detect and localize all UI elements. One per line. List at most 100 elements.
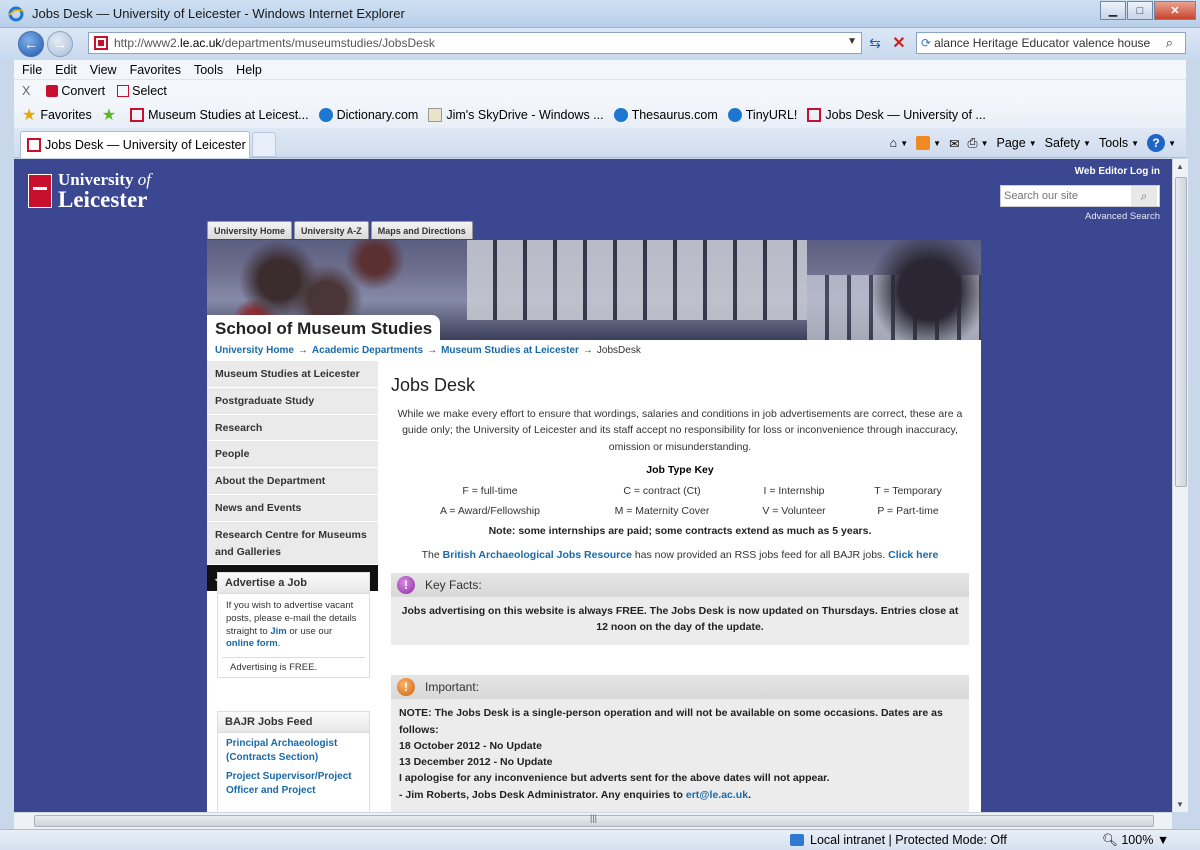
scroll-down-icon[interactable]: ▼ <box>1176 800 1184 809</box>
menu-help[interactable]: Help <box>236 63 262 77</box>
page-viewport: University of Leicester Web Editor Log i… <box>14 159 1172 812</box>
tools-label: Tools <box>1098 136 1129 150</box>
advanced-search-link[interactable]: Advanced Search <box>1085 211 1160 222</box>
rss-icon <box>916 136 931 150</box>
rss-text: has now provided an RSS jobs feed for al… <box>631 548 889 561</box>
tab-jobs-desk[interactable]: Jobs Desk — University of Leicester <box>20 131 250 158</box>
add-favorite-button[interactable]: ★ <box>102 105 120 125</box>
internet-explorer-icon <box>8 6 24 22</box>
url-field[interactable]: http://www2.le.ac.uk/departments/museums… <box>88 32 862 54</box>
click-here-link[interactable]: Click here <box>888 549 938 561</box>
university-logo[interactable]: University of Leicester <box>28 171 151 211</box>
site-search-input[interactable] <box>1001 190 1131 202</box>
nav-news-events[interactable]: News and Events <box>207 494 378 522</box>
site-search-button[interactable]: ⌕ <box>1131 186 1157 206</box>
breadcrumb-museum-studies[interactable]: Museum Studies at Leicester <box>441 345 579 356</box>
select-icon <box>117 85 130 97</box>
search-icon[interactable]: ⌕ <box>1166 35 1173 51</box>
nav-research-centre[interactable]: Research Centre for Museums and Gallerie… <box>207 521 378 566</box>
vertical-scrollbar[interactable]: ▲ ▼ <box>1172 159 1188 812</box>
online-form-link[interactable]: online form <box>226 638 278 649</box>
fav-skydrive[interactable]: Jim's SkyDrive - Windows ... <box>428 108 604 122</box>
web-editor-login-link[interactable]: Web Editor Log in <box>1075 166 1160 177</box>
toptab-university-home[interactable]: University Home <box>207 221 293 239</box>
email-link[interactable]: ert@le.ac.uk <box>686 789 748 801</box>
security-zone[interactable]: Local intranet | Protected Mode: Off <box>790 833 1007 847</box>
bajr-feed-box: BAJR Jobs Feed Principal Archaeologist (… <box>217 711 370 812</box>
fav-tinyurl[interactable]: TinyURL! <box>727 108 797 122</box>
home-icon: ⌂ <box>889 136 898 150</box>
jim-email-link[interactable]: Jim <box>270 626 286 637</box>
convert-button[interactable]: Convert <box>46 84 105 98</box>
bajr-feed-item[interactable]: Project Supervisor/Project Officer and P… <box>218 766 369 799</box>
back-button[interactable]: ← <box>18 31 44 57</box>
refresh-button[interactable]: ⇆ <box>864 32 886 54</box>
menu-file[interactable]: File <box>22 63 42 77</box>
read-mail-button[interactable]: ✉ <box>949 136 959 151</box>
key-item: F = full-time <box>462 484 518 497</box>
breadcrumb-university-home[interactable]: University Home <box>215 345 294 356</box>
nav-postgraduate-study[interactable]: Postgraduate Study <box>207 387 378 415</box>
favorites-button[interactable]: ★ Favorites <box>22 105 92 125</box>
menu-view[interactable]: View <box>90 63 117 77</box>
menu-bar: File Edit View Favorites Tools Help <box>14 60 1186 80</box>
help-button[interactable]: ? ▼ <box>1147 134 1176 152</box>
menu-tools[interactable]: Tools <box>194 63 223 77</box>
magnifier-icon: ⌕ <box>1140 188 1148 203</box>
breadcrumb-academic-departments[interactable]: Academic Departments <box>312 345 423 356</box>
tools-menu-button[interactable]: Tools ▼ <box>1099 136 1139 150</box>
print-button[interactable]: ⎙ ▼ <box>968 136 989 151</box>
scroll-grip-icon: ||| <box>590 813 598 823</box>
key-facts-icon: ! <box>397 575 415 594</box>
home-button[interactable]: ⌂ ▼ <box>890 136 908 150</box>
page-menu-button[interactable]: Page ▼ <box>996 136 1036 150</box>
fav-jobs-desk[interactable]: Jobs Desk — University of ... <box>807 108 986 122</box>
maximize-button[interactable]: □ <box>1127 1 1153 20</box>
menu-favorites[interactable]: Favorites <box>130 63 181 77</box>
horizontal-scrollbar[interactable]: ||| <box>14 812 1172 829</box>
bajr-link[interactable]: British Archaeological Jobs Resource <box>443 549 632 561</box>
forward-button[interactable]: → <box>47 31 73 57</box>
feeds-button[interactable]: ▼ <box>916 136 941 150</box>
nav-people[interactable]: People <box>207 441 378 469</box>
university-crest-icon <box>28 174 52 208</box>
zoom-text: 100% <box>1121 833 1154 847</box>
close-toolbar-button[interactable]: X <box>22 84 30 98</box>
new-tab-button[interactable] <box>252 132 276 157</box>
minimize-button[interactable]: ▁ <box>1100 1 1126 20</box>
fav-museum-studies[interactable]: Museum Studies at Leicest... <box>130 108 309 122</box>
forward-arrow-icon: → <box>53 36 67 52</box>
key-item: C = contract (Ct) <box>623 484 701 497</box>
stop-button[interactable]: ✕ <box>888 32 910 54</box>
help-icon: ? <box>1147 134 1166 152</box>
favorites-bar: ★ Favorites ★ Museum Studies at Leicest.… <box>14 102 1186 128</box>
scroll-up-icon[interactable]: ▲ <box>1176 162 1184 171</box>
bajr-feed-item[interactable]: Principal Archaeologist (Contracts Secti… <box>218 733 369 766</box>
key-item: T = Temporary <box>874 484 942 497</box>
zoom-level[interactable]: 🔍︎ 100% ▼ <box>1102 833 1169 848</box>
favorites-star-icon: ★ <box>22 107 37 124</box>
toptab-university-a-z[interactable]: University A-Z <box>294 221 369 239</box>
banner-tree <box>851 240 981 340</box>
nav-research[interactable]: Research <box>207 414 378 442</box>
key-item: I = Internship <box>763 484 825 497</box>
fav-dictionary[interactable]: Dictionary.com <box>318 108 418 122</box>
toptab-maps-directions[interactable]: Maps and Directions <box>370 221 473 239</box>
url-dropdown-icon[interactable]: ▼ <box>847 36 857 47</box>
ie-page-icon <box>613 108 628 122</box>
menu-edit[interactable]: Edit <box>55 63 77 77</box>
close-window-button[interactable]: ✕ <box>1154 1 1196 20</box>
command-bar: ⌂ ▼ ▼ ✉ ⎙ ▼ Page ▼ Safety ▼ Tools ▼ ? ▼ <box>882 134 1176 152</box>
nav-museum-studies[interactable]: Museum Studies at Leicester <box>207 361 378 388</box>
leicester-favicon-icon <box>27 138 41 152</box>
nav-about-department[interactable]: About the Department <box>207 468 378 495</box>
select-button[interactable]: Select <box>117 84 167 98</box>
safety-menu-button[interactable]: Safety ▼ <box>1045 136 1091 150</box>
browser-search-box[interactable]: ⟳ ⌕ <box>916 32 1186 54</box>
convert-label: Convert <box>61 84 106 98</box>
browser-search-input[interactable] <box>934 36 1163 50</box>
fav-thesaurus[interactable]: Thesaurus.com <box>613 108 718 122</box>
breadcrumb: University Home → Academic Departments →… <box>215 345 641 356</box>
scroll-thumb[interactable] <box>1175 177 1187 487</box>
logo-word-leicester: Leicester <box>58 187 148 212</box>
